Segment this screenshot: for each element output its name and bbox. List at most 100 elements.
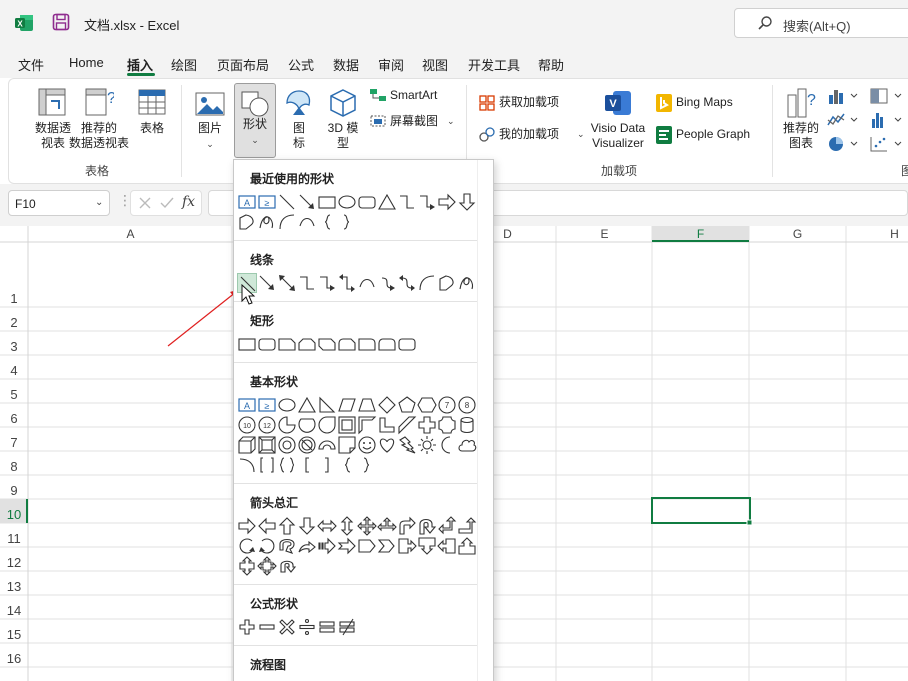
shape-dblarrow-icon[interactable]	[277, 273, 297, 293]
smartart-button[interactable]: SmartArt	[369, 87, 459, 105]
shape-lbracket-icon[interactable]	[297, 455, 317, 475]
shape-ucallout-icon[interactable]	[457, 536, 477, 556]
row-header[interactable]: 3	[0, 339, 28, 354]
shape-pentagon-icon[interactable]	[397, 395, 417, 415]
shape-cloud-icon[interactable]	[457, 435, 477, 455]
shape-notchedright-icon[interactable]	[337, 536, 357, 556]
row-header[interactable]: 4	[0, 363, 28, 378]
shape-chord-icon[interactable]	[297, 415, 317, 435]
shape-lcallout-icon[interactable]	[437, 536, 457, 556]
shape-darrow-icon[interactable]	[457, 192, 477, 212]
shape-larrow-icon[interactable]	[257, 516, 277, 536]
row-header[interactable]: 13	[0, 579, 28, 594]
shape-smiley-icon[interactable]	[357, 435, 377, 455]
shape-heptagon-icon[interactable]: 7	[437, 395, 457, 415]
shape-darrow-icon[interactable]	[297, 516, 317, 536]
bing-maps-button[interactable]: Bing Maps	[655, 93, 765, 113]
column-chart-button[interactable]	[827, 87, 861, 107]
shape-oval-icon[interactable]	[337, 192, 357, 212]
shape-bentarrow-icon[interactable]	[397, 516, 417, 536]
tab-data[interactable]: 数据	[333, 55, 359, 74]
shape-elbow-icon[interactable]	[297, 273, 317, 293]
shape-arc-icon[interactable]	[417, 273, 437, 293]
shape-snipdiag-icon[interactable]	[317, 334, 337, 354]
shape-rect-icon[interactable]	[317, 192, 337, 212]
recommended-charts-button[interactable]: ? 推荐的 图表	[781, 87, 821, 157]
shape-circarrow2-icon[interactable]	[277, 556, 297, 576]
shape-stripedright-icon[interactable]	[317, 536, 337, 556]
shape-rbrace-icon[interactable]	[337, 212, 357, 232]
pie-chart-button[interactable]	[827, 135, 861, 155]
shape-triangle-icon[interactable]	[297, 395, 317, 415]
row-header[interactable]: 7	[0, 435, 28, 450]
column-header[interactable]: H	[846, 227, 908, 241]
my-addins-button[interactable]: 我的加载项 ⌄	[477, 125, 589, 145]
tab-review[interactable]: 审阅	[378, 55, 404, 74]
shape-cube-icon[interactable]	[237, 435, 257, 455]
name-box[interactable]: F10 ⌄	[8, 190, 110, 216]
shape-octagon-icon[interactable]: 8	[457, 395, 477, 415]
shape-blockarc-icon[interactable]	[317, 435, 337, 455]
shape-plus-icon[interactable]	[417, 415, 437, 435]
shape-rrect-icon[interactable]	[257, 334, 277, 354]
shape-lbrace-icon[interactable]	[317, 212, 337, 232]
tab-help[interactable]: 帮助	[538, 55, 564, 74]
shape-chevron-icon[interactable]	[377, 536, 397, 556]
shape-dblbrace-icon[interactable]	[277, 455, 297, 475]
shape-freeform-icon[interactable]	[237, 212, 257, 232]
shape-mathminus-icon[interactable]	[257, 617, 277, 637]
screenshot-button[interactable]: 屏幕截图 ⌄	[369, 113, 459, 131]
shape-uturn-icon[interactable]	[417, 516, 437, 536]
search-box[interactable]: 搜索(Alt+Q)	[734, 8, 908, 38]
column-header[interactable]: F	[652, 227, 749, 241]
shape-arrowline-icon[interactable]	[297, 192, 317, 212]
shape-halfframe-icon[interactable]	[357, 415, 377, 435]
shape-bevel-icon[interactable]	[257, 435, 277, 455]
shape-trapezoid-icon[interactable]	[357, 395, 377, 415]
gallery-scrollbar[interactable]	[477, 160, 493, 681]
column-header[interactable]: E	[556, 227, 653, 241]
column-header[interactable]: G	[749, 227, 846, 241]
row-header[interactable]: 11	[0, 531, 28, 546]
shape-moon-icon[interactable]	[437, 435, 457, 455]
row-header[interactable]: 1	[0, 291, 28, 306]
shape-lightning-icon[interactable]	[397, 435, 417, 455]
3d-models-button[interactable]: 3D 模 型	[323, 87, 363, 157]
shape-bentup-icon[interactable]	[457, 516, 477, 536]
icons-button[interactable]: 图 标	[281, 87, 317, 157]
shape-curve-icon[interactable]	[357, 273, 377, 293]
shape-lrarrow-icon[interactable]	[317, 516, 337, 536]
row-header[interactable]: 5	[0, 387, 28, 402]
shape-donut-icon[interactable]	[277, 435, 297, 455]
shape-rrect-icon[interactable]	[357, 192, 377, 212]
shape-nosymbol-icon[interactable]	[297, 435, 317, 455]
shape-round1-icon[interactable]	[357, 334, 377, 354]
shape-curvearrow-icon[interactable]	[377, 273, 397, 293]
table-button[interactable]: 表格	[134, 87, 170, 157]
shape-mathdiv-icon[interactable]	[297, 617, 317, 637]
row-header[interactable]: 8	[0, 459, 28, 474]
row-header[interactable]: 12	[0, 555, 28, 570]
row-header[interactable]: 9	[0, 483, 28, 498]
shape-vtextbox-icon[interactable]: ≥	[257, 192, 277, 212]
row-header[interactable]: 14	[0, 603, 28, 618]
visio-data-visualizer-button[interactable]: V Visio Data Visualizer	[585, 87, 651, 157]
tab-page-layout[interactable]: 页面布局	[217, 55, 269, 74]
shape-quadcallout-icon[interactable]	[257, 556, 277, 576]
shape-rarrow-icon[interactable]	[237, 516, 257, 536]
row-header[interactable]: 15	[0, 627, 28, 642]
shape-snip1-icon[interactable]	[277, 334, 297, 354]
shape-ccwarrow-icon[interactable]	[257, 536, 277, 556]
shape-rect-icon[interactable]	[237, 334, 257, 354]
shape-parallelogram-icon[interactable]	[337, 395, 357, 415]
shape-rcallout-icon[interactable]	[397, 536, 417, 556]
people-graph-button[interactable]: People Graph	[655, 125, 767, 145]
shape-frame-icon[interactable]	[337, 415, 357, 435]
shape-leftup-icon[interactable]	[437, 516, 457, 536]
shape-scribble-icon[interactable]	[257, 212, 277, 232]
shape-snipround-icon[interactable]	[337, 334, 357, 354]
shape-diamond-icon[interactable]	[377, 395, 397, 415]
shape-mathequal-icon[interactable]	[317, 617, 337, 637]
shape-mathplus-icon[interactable]	[237, 617, 257, 637]
shape-textbox-icon[interactable]: A	[237, 395, 257, 415]
